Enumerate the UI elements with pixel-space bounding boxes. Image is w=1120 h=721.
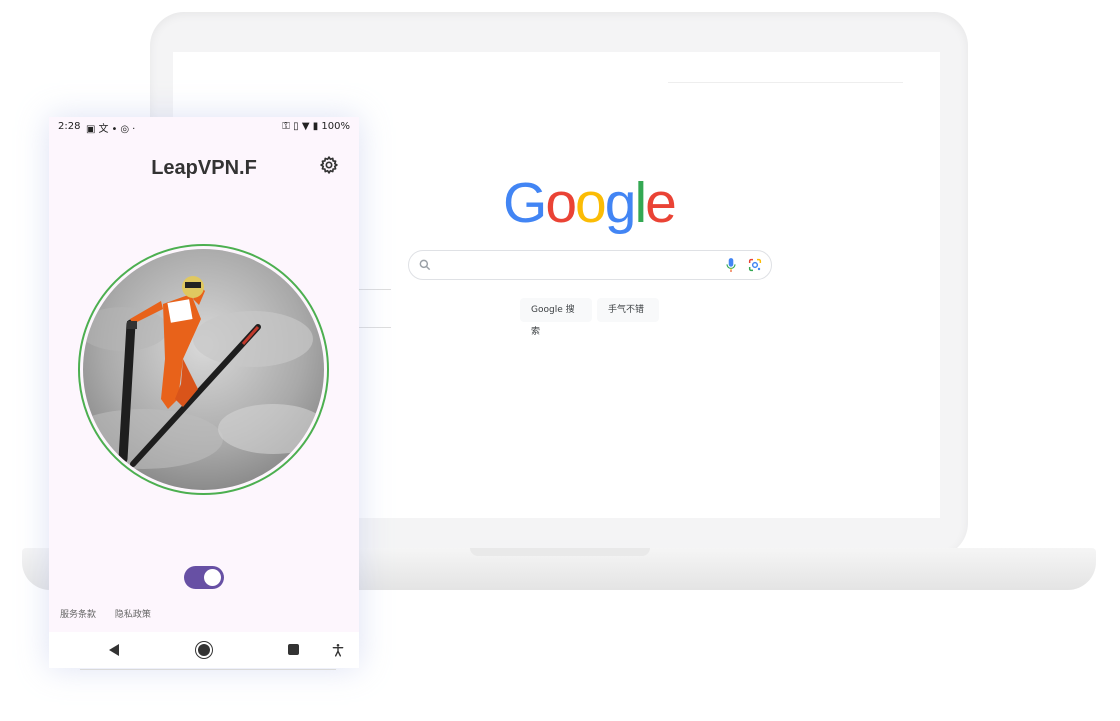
vpn-icon: ◎: [120, 124, 133, 135]
terms-link[interactable]: 服务条款: [60, 610, 96, 620]
phone-screen: 2:28 ▣文•◎· ⚿ ▯ ▼ ▮ 100% LeapVPN.F 服务条款 隐…: [49, 117, 359, 668]
ski-jumper-illustration: [83, 249, 324, 490]
google-search-button[interactable]: Google 搜索: [520, 298, 592, 337]
logo-letter: o: [545, 171, 577, 235]
dot-icon: ·: [132, 124, 139, 135]
accessibility-icon[interactable]: [331, 642, 345, 658]
footer-links: 服务条款 隐私政策: [60, 607, 167, 620]
privacy-link[interactable]: 隐私政策: [115, 610, 151, 620]
logo-letter: o: [575, 171, 607, 235]
divider: [668, 82, 903, 83]
logo-letter: G: [503, 171, 547, 235]
status-bar: 2:28 ▣文•◎· ⚿ ▯ ▼ ▮ 100%: [49, 117, 359, 137]
battery-icon: ▮: [312, 121, 319, 132]
wifi-icon: ▼: [301, 121, 310, 132]
laptop-notch: [470, 548, 650, 556]
status-left-icons: ▣文•◎·: [86, 120, 138, 135]
search-icon: [419, 259, 431, 271]
back-icon[interactable]: [109, 644, 119, 656]
ski-jumper-image[interactable]: [83, 249, 324, 490]
feeling-lucky-button[interactable]: 手气不错: [597, 298, 659, 322]
logo-letter: e: [645, 171, 677, 235]
home-indicator: [80, 669, 336, 670]
google-logo: Google: [503, 170, 677, 236]
divider: [358, 289, 391, 290]
google-lens-icon[interactable]: [747, 257, 763, 273]
image-icon: ▣: [86, 124, 99, 135]
status-right: ⚿ ▯ ▼ ▮ 100%: [282, 121, 350, 132]
home-icon[interactable]: [198, 644, 210, 656]
search-bar[interactable]: [408, 250, 772, 280]
translate-icon: 文: [98, 124, 112, 135]
logo-letter: l: [634, 171, 647, 235]
vpn-toggle-switch[interactable]: [184, 566, 224, 589]
recents-icon[interactable]: [288, 644, 299, 655]
settings-gear-icon[interactable]: [319, 155, 339, 175]
logo-letter: g: [604, 171, 637, 235]
vpn-key-icon: ⚿: [282, 121, 290, 132]
microphone-icon[interactable]: [724, 257, 738, 273]
battery-level: 100%: [321, 121, 350, 132]
divider: [358, 327, 391, 328]
app-title: LeapVPN.F: [151, 157, 257, 179]
toggle-knob: [204, 569, 221, 586]
search-input[interactable]: [437, 254, 721, 276]
status-time: 2:28: [58, 121, 81, 132]
navigation-bar: [49, 632, 359, 668]
vibrate-icon: ▯: [293, 121, 299, 132]
